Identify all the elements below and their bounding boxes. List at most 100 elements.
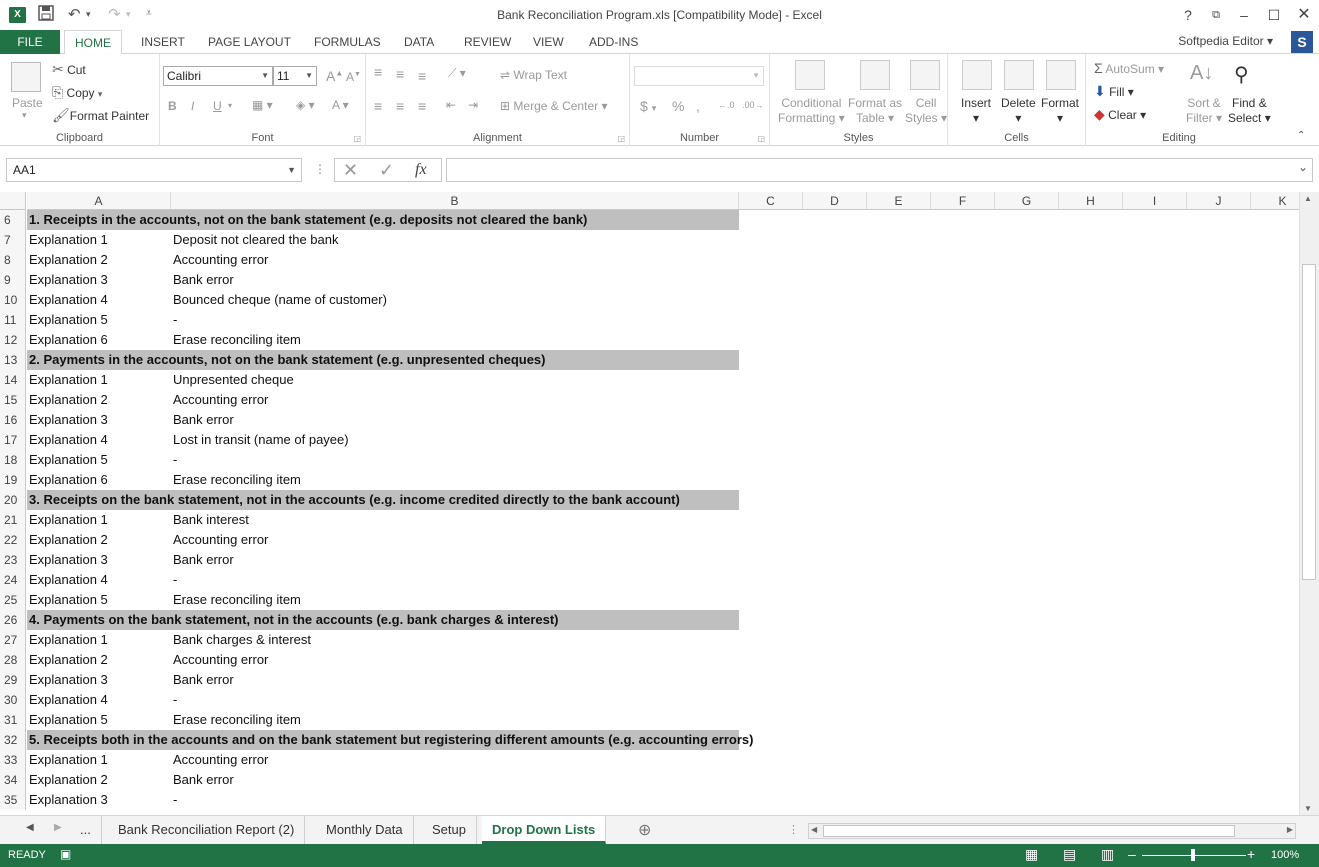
- row-number[interactable]: 10: [0, 290, 26, 310]
- cell-description[interactable]: Bank error: [173, 770, 234, 790]
- cell-description[interactable]: Bank error: [173, 670, 234, 690]
- zoom-in-icon[interactable]: +: [1247, 846, 1255, 862]
- cell-explanation[interactable]: Explanation 2: [29, 250, 108, 270]
- row-number[interactable]: 25: [0, 590, 26, 610]
- cell-explanation[interactable]: Explanation 4: [29, 430, 108, 450]
- paste-icon[interactable]: [11, 62, 41, 92]
- formula-bar-grip-icon[interactable]: ⋮: [314, 162, 326, 176]
- vertical-scroll-thumb[interactable]: [1302, 264, 1316, 580]
- column-header-d[interactable]: D: [803, 192, 867, 210]
- cell-explanation[interactable]: Explanation 5: [29, 310, 108, 330]
- scroll-up-icon[interactable]: ▲: [1304, 194, 1312, 203]
- column-header-b[interactable]: B: [171, 192, 739, 210]
- row-number[interactable]: 11: [0, 310, 26, 330]
- cell-explanation[interactable]: Explanation 2: [29, 770, 108, 790]
- row-number[interactable]: 20: [0, 490, 26, 510]
- conditional-formatting-button[interactable]: Conditional Formatting ▾: [778, 96, 845, 126]
- vertical-scrollbar[interactable]: ▲ ▼: [1299, 192, 1319, 815]
- currency-button[interactable]: $ ▾: [640, 98, 656, 114]
- tab-insert[interactable]: INSERT: [131, 30, 195, 54]
- user-avatar[interactable]: S: [1291, 31, 1313, 53]
- cell-description[interactable]: Accounting error: [173, 750, 268, 770]
- cell-description[interactable]: Erase reconciling item: [173, 470, 301, 490]
- scroll-down-icon[interactable]: ▼: [1304, 804, 1312, 813]
- sheet-tab-monthly-data[interactable]: Monthly Data: [316, 816, 414, 844]
- borders-icon[interactable]: ▦ ▾: [252, 98, 273, 112]
- align-center-icon[interactable]: ≡: [396, 98, 404, 114]
- fill-color-icon[interactable]: ◈ ▾: [296, 98, 315, 112]
- cell-explanation[interactable]: Explanation 5: [29, 710, 108, 730]
- cell-explanation[interactable]: Explanation 4: [29, 290, 108, 310]
- row-number[interactable]: 30: [0, 690, 26, 710]
- font-size-select[interactable]: 11 ▼: [273, 66, 317, 86]
- select-all-corner[interactable]: [0, 192, 26, 210]
- spreadsheet-grid[interactable]: A B C D E F G H I J K 6 1. Receipts in th…: [0, 192, 1299, 815]
- zoom-slider-thumb[interactable]: [1191, 849, 1195, 861]
- cell-description[interactable]: -: [173, 310, 177, 330]
- row-number[interactable]: 6: [0, 210, 26, 230]
- row-number[interactable]: 16: [0, 410, 26, 430]
- cell-description[interactable]: -: [173, 790, 177, 810]
- row-number[interactable]: 14: [0, 370, 26, 390]
- cell-styles-button[interactable]: Cell Styles ▾: [905, 96, 947, 126]
- fill-button[interactable]: ⬇ Fill ▾: [1094, 83, 1134, 100]
- cell-explanation[interactable]: Explanation 5: [29, 590, 108, 610]
- cell-description[interactable]: Unpresented cheque: [173, 370, 294, 390]
- decrease-font-icon[interactable]: A▼: [346, 70, 361, 84]
- macro-record-icon[interactable]: ▣: [60, 847, 71, 861]
- row-number[interactable]: 35: [0, 790, 26, 810]
- cell-explanation[interactable]: Explanation 3: [29, 670, 108, 690]
- underline-button[interactable]: U: [213, 99, 222, 113]
- cell-description[interactable]: Bank error: [173, 410, 234, 430]
- horizontal-scroll-thumb[interactable]: [823, 825, 1235, 837]
- cell-description[interactable]: -: [173, 450, 177, 470]
- column-header-j[interactable]: J: [1187, 192, 1251, 210]
- formula-input[interactable]: ⌄: [446, 158, 1313, 182]
- row-number[interactable]: 23: [0, 550, 26, 570]
- wrap-text-button[interactable]: ⇌ Wrap Text: [500, 68, 567, 82]
- maximize-button[interactable]: ☐: [1260, 4, 1288, 26]
- sort-filter-button[interactable]: Sort & Filter ▾: [1186, 96, 1222, 126]
- cell-explanation[interactable]: Explanation 6: [29, 470, 108, 490]
- autosum-button[interactable]: Σ AutoSum ▾: [1094, 60, 1164, 76]
- row-number[interactable]: 22: [0, 530, 26, 550]
- row-number[interactable]: 34: [0, 770, 26, 790]
- cancel-entry-icon[interactable]: ✕: [343, 160, 358, 181]
- row-number[interactable]: 21: [0, 510, 26, 530]
- cell-description[interactable]: Deposit not cleared the bank: [173, 230, 339, 250]
- row-number[interactable]: 13: [0, 350, 26, 370]
- column-header-i[interactable]: I: [1123, 192, 1187, 210]
- tab-review[interactable]: REVIEW: [454, 30, 521, 54]
- cell-description[interactable]: Bounced cheque (name of customer): [173, 290, 387, 310]
- cut-button[interactable]: ✂ Cut: [52, 61, 86, 78]
- cell-description[interactable]: Bank error: [173, 270, 234, 290]
- italic-button[interactable]: I: [191, 99, 194, 113]
- cell-description[interactable]: -: [173, 570, 177, 590]
- row-number[interactable]: 19: [0, 470, 26, 490]
- cell-explanation[interactable]: Explanation 1: [29, 230, 108, 250]
- tab-formulas[interactable]: FORMULAS: [304, 30, 391, 54]
- close-button[interactable]: ✕: [1290, 4, 1318, 26]
- increase-indent-icon[interactable]: ⇥: [468, 98, 478, 112]
- cell-explanation[interactable]: Explanation 1: [29, 370, 108, 390]
- cell-description[interactable]: Accounting error: [173, 250, 268, 270]
- cell-description[interactable]: Bank error: [173, 550, 234, 570]
- cell-description[interactable]: Erase reconciling item: [173, 710, 301, 730]
- section-header-cell[interactable]: 1. Receipts in the accounts, not on the …: [29, 210, 587, 230]
- user-account[interactable]: Softpedia Editor ▾: [1178, 34, 1273, 48]
- format-as-table-button[interactable]: Format as Table ▾: [848, 96, 902, 126]
- page-break-view-icon[interactable]: ▥: [1101, 846, 1114, 863]
- cell-explanation[interactable]: Explanation 3: [29, 550, 108, 570]
- find-select-button[interactable]: Find & Select ▾: [1228, 96, 1271, 126]
- tab-add-ins[interactable]: ADD-INS: [579, 30, 648, 54]
- cell-explanation[interactable]: Explanation 6: [29, 330, 108, 350]
- section-header-cell[interactable]: 3. Receipts on the bank statement, not i…: [29, 490, 680, 510]
- cell-explanation[interactable]: Explanation 1: [29, 750, 108, 770]
- align-top-icon[interactable]: ≡: [374, 64, 382, 80]
- row-number[interactable]: 17: [0, 430, 26, 450]
- sheet-tab-setup[interactable]: Setup: [422, 816, 477, 844]
- column-header-c[interactable]: C: [739, 192, 803, 210]
- orientation-icon[interactable]: ⟋ ▾: [448, 66, 466, 81]
- increase-decimal-icon[interactable]: ←.0: [718, 100, 735, 110]
- normal-view-icon[interactable]: ▦: [1025, 846, 1038, 863]
